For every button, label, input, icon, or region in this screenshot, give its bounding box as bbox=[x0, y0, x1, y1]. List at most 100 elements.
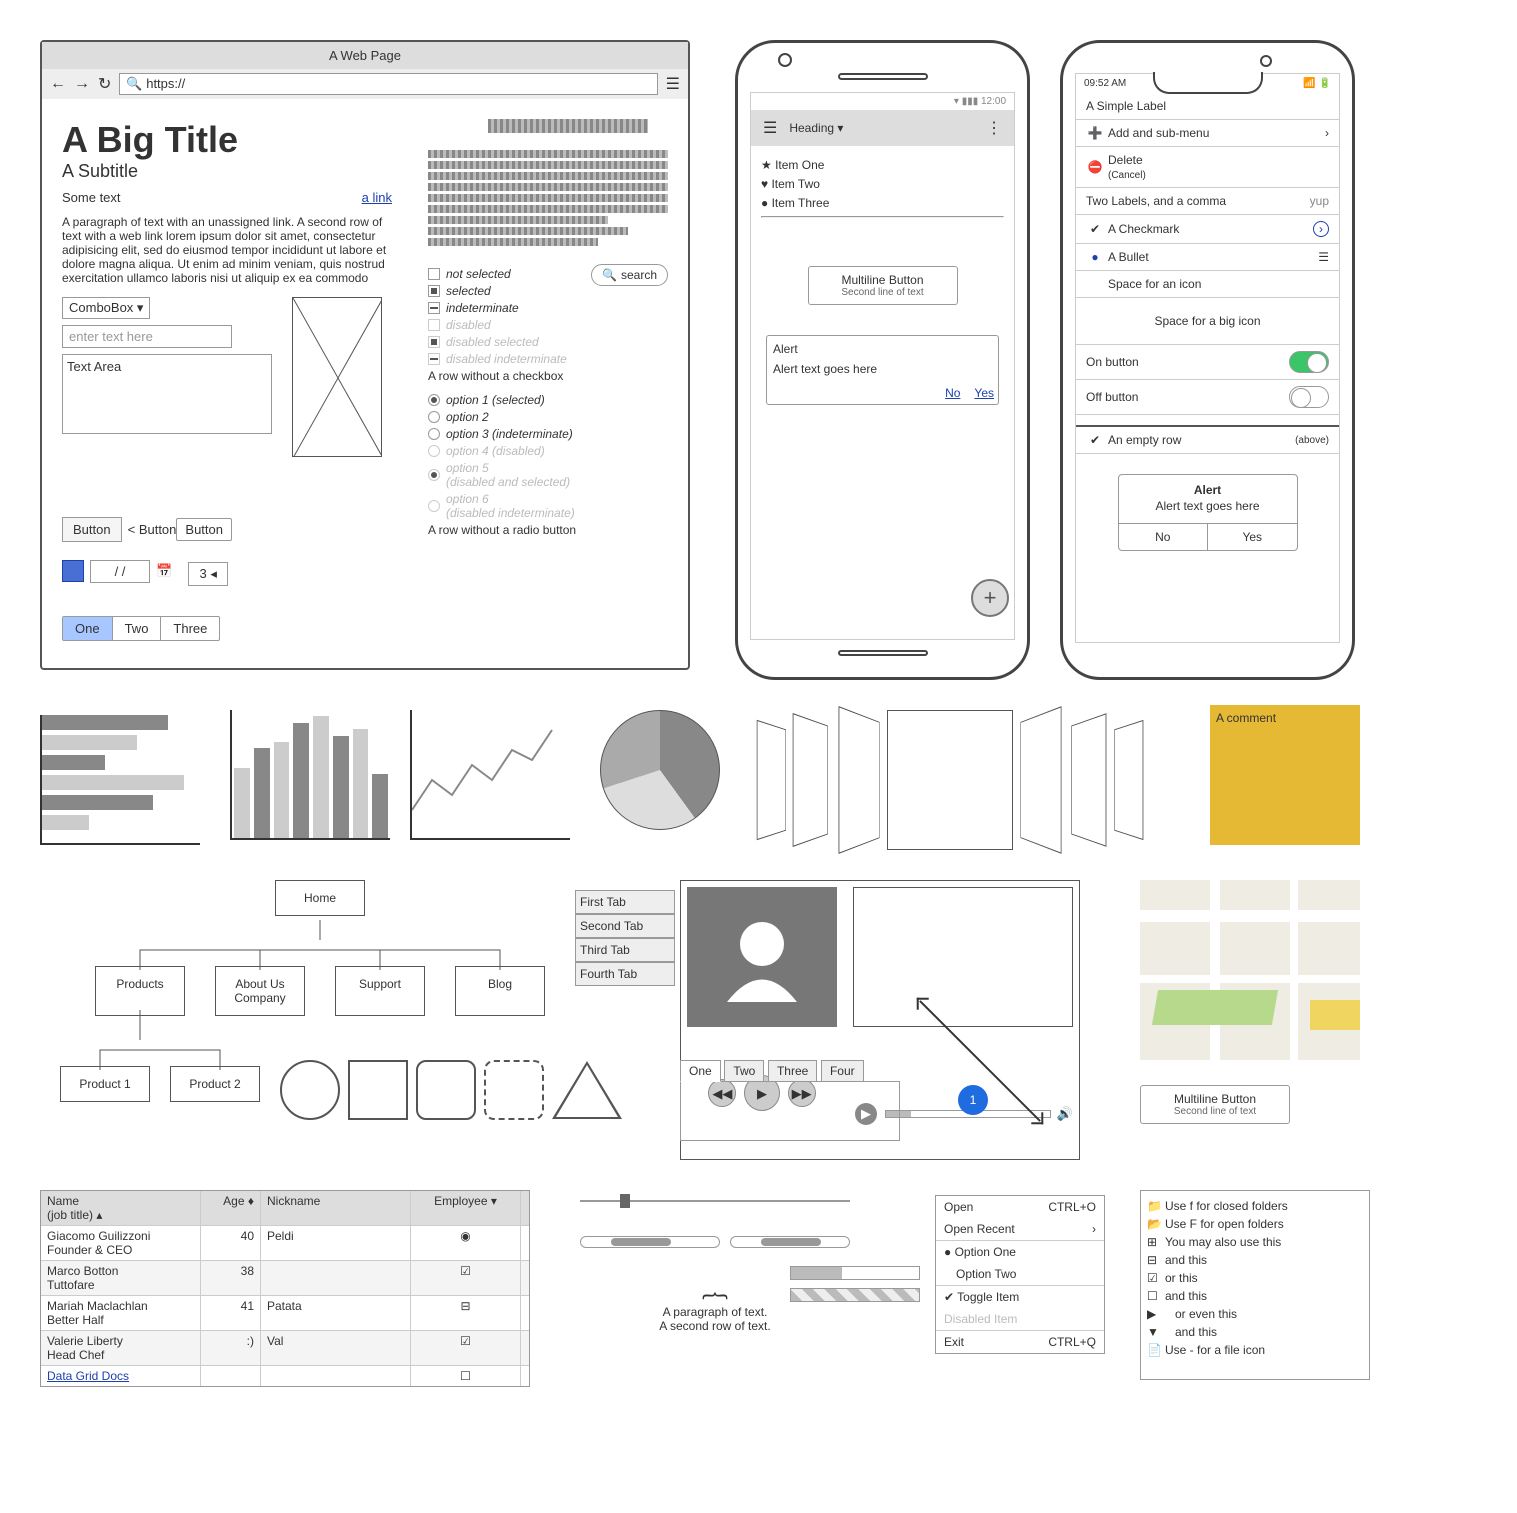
list-item[interactable]: ♥ Item Two bbox=[761, 177, 1004, 191]
menu-recent[interactable]: Open Recent› bbox=[936, 1218, 1104, 1240]
seg-three[interactable]: Three bbox=[161, 617, 219, 640]
node-products[interactable]: Products bbox=[95, 966, 185, 1016]
delete-row[interactable]: ⛔Delete(Cancel) bbox=[1076, 147, 1339, 188]
tree-item[interactable]: ▶or even this bbox=[1147, 1305, 1363, 1323]
tree-item[interactable]: ⊞You may also use this bbox=[1147, 1233, 1363, 1251]
tree-item[interactable]: 📄Use - for a file icon bbox=[1147, 1341, 1363, 1359]
more-icon[interactable]: ⋮ bbox=[982, 118, 1006, 138]
table-row[interactable]: Giacomo Guilizzoni Founder & CEO40Peldi◉ bbox=[41, 1225, 529, 1260]
node-support[interactable]: Support bbox=[335, 966, 425, 1016]
vtab-4[interactable]: Fourth Tab bbox=[575, 962, 675, 986]
text-input[interactable]: enter text here bbox=[62, 325, 232, 348]
vtab-1[interactable]: First Tab bbox=[575, 890, 675, 914]
toggle-off[interactable] bbox=[1289, 386, 1329, 408]
checkmark-row[interactable]: ✔A Checkmark› bbox=[1076, 215, 1339, 244]
tree-item[interactable]: ☑or this bbox=[1147, 1269, 1363, 1287]
menu-o2[interactable]: Option Two bbox=[936, 1263, 1104, 1285]
htab-1[interactable]: One bbox=[680, 1060, 721, 1082]
tree-item[interactable]: ☐and this bbox=[1147, 1287, 1363, 1305]
tree-item[interactable]: ▼and this bbox=[1147, 1323, 1363, 1341]
tree-item[interactable]: 📁Use f for closed folders bbox=[1147, 1197, 1363, 1215]
multiline-button-2[interactable]: Multiline ButtonSecond line of text bbox=[1140, 1085, 1290, 1124]
color-swatch[interactable] bbox=[62, 560, 84, 582]
col-employee[interactable]: Employee ▾ bbox=[411, 1191, 521, 1225]
list-item[interactable]: ● Item Three bbox=[761, 196, 1004, 210]
table-row[interactable]: Valerie Liberty Head Chef:)Val☑ bbox=[41, 1330, 529, 1365]
htab-4[interactable]: Four bbox=[821, 1060, 864, 1082]
htab-2[interactable]: Two bbox=[724, 1060, 764, 1082]
col-age[interactable]: Age ♦ bbox=[201, 1191, 261, 1225]
volume-icon[interactable]: 🔊 bbox=[1057, 1106, 1073, 1122]
radio-indeterminate[interactable]: option 3 (indeterminate) bbox=[428, 427, 668, 441]
node-product2[interactable]: Product 2 bbox=[170, 1066, 260, 1102]
vtab-3[interactable]: Third Tab bbox=[575, 938, 675, 962]
alert-yes[interactable]: Yes bbox=[974, 386, 994, 400]
node-product1[interactable]: Product 1 bbox=[60, 1066, 150, 1102]
reload-icon[interactable]: ↻ bbox=[94, 74, 115, 94]
folder-closed-icon: 📁 bbox=[1147, 1199, 1165, 1213]
checkbox-selected[interactable]: selected bbox=[428, 284, 567, 298]
alert-no[interactable]: No bbox=[1119, 524, 1209, 550]
node-home[interactable]: Home bbox=[275, 880, 365, 916]
scrollbar-h-2[interactable] bbox=[730, 1236, 850, 1248]
segmented-control[interactable]: One Two Three bbox=[62, 616, 220, 641]
node-blog[interactable]: Blog bbox=[455, 966, 545, 1016]
multiline-button[interactable]: Multiline ButtonSecond line of text bbox=[808, 266, 958, 305]
tag-button[interactable]: Button bbox=[176, 518, 232, 541]
hamburger-icon[interactable]: ☰ bbox=[662, 74, 684, 94]
on-row[interactable]: On button bbox=[1076, 345, 1339, 380]
forward-icon[interactable]: → bbox=[70, 75, 94, 93]
combobox[interactable]: ComboBox ▾ bbox=[62, 297, 150, 319]
a-link[interactable]: a link bbox=[362, 190, 392, 205]
tree-item[interactable]: ⊟and this bbox=[1147, 1251, 1363, 1269]
chevron-right-icon[interactable]: › bbox=[1313, 221, 1329, 237]
vtab-2[interactable]: Second Tab bbox=[575, 914, 675, 938]
menu-open[interactable]: OpenCTRL+O bbox=[936, 1196, 1104, 1218]
hamburger-icon[interactable]: ☰ bbox=[1318, 250, 1329, 264]
table-row[interactable]: Marco Botton Tuttofare38☑ bbox=[41, 1260, 529, 1295]
col-nickname[interactable]: Nickname bbox=[261, 1191, 411, 1225]
progress-indeterminate bbox=[790, 1288, 920, 1302]
scrollbar-h[interactable] bbox=[580, 1236, 720, 1248]
home-bar[interactable] bbox=[838, 650, 928, 656]
sticky-note[interactable]: A comment bbox=[1210, 705, 1360, 845]
htab-3[interactable]: Three bbox=[768, 1060, 817, 1082]
button-plain[interactable]: Button bbox=[62, 517, 122, 542]
back-button[interactable]: < Button bbox=[128, 522, 177, 537]
seg-two[interactable]: Two bbox=[113, 617, 162, 640]
node-about[interactable]: About Us Company bbox=[215, 966, 305, 1016]
map[interactable] bbox=[1140, 880, 1360, 1060]
list-item[interactable]: ★ Item One bbox=[761, 158, 1004, 172]
number-stepper[interactable]: 3 ◂ bbox=[188, 562, 228, 586]
slider-thumb[interactable] bbox=[620, 1194, 630, 1208]
tree-item[interactable]: 📂Use F for open folders bbox=[1147, 1215, 1363, 1233]
off-row[interactable]: Off button bbox=[1076, 380, 1339, 415]
bullet-row[interactable]: ●A Bullet☰ bbox=[1076, 244, 1339, 271]
toggle-on[interactable] bbox=[1289, 351, 1329, 373]
table-row[interactable]: Mariah Maclachlan Better Half41Patata⊟ bbox=[41, 1295, 529, 1330]
alert-yes[interactable]: Yes bbox=[1208, 524, 1297, 550]
search-input[interactable]: 🔍 search bbox=[591, 264, 668, 286]
radio-selected[interactable]: option 1 (selected) bbox=[428, 393, 668, 407]
checkbox-not-selected[interactable]: not selected bbox=[428, 267, 567, 281]
menu-toggle[interactable]: ✔ Toggle Item bbox=[936, 1286, 1104, 1308]
add-submenu[interactable]: ➕Add and sub-menu› bbox=[1076, 120, 1339, 147]
back-icon[interactable]: ← bbox=[46, 75, 70, 93]
checkbox-indeterminate[interactable]: indeterminate bbox=[428, 301, 567, 315]
menu-exit[interactable]: ExitCTRL+Q bbox=[936, 1331, 1104, 1353]
grid-docs-link[interactable]: Data Grid Docs bbox=[41, 1366, 201, 1386]
menu-o1[interactable]: ● Option One bbox=[936, 1241, 1104, 1263]
hamburger-icon[interactable]: ☰ bbox=[759, 118, 781, 138]
coverflow[interactable] bbox=[750, 700, 1150, 860]
alert-no[interactable]: No bbox=[945, 386, 960, 400]
slider[interactable] bbox=[580, 1200, 850, 1202]
col-name[interactable]: Name (job title) ▴ bbox=[41, 1191, 201, 1225]
fab-add[interactable]: + bbox=[971, 579, 1009, 617]
radio-2[interactable]: option 2 bbox=[428, 410, 668, 424]
textarea[interactable]: Text Area bbox=[62, 354, 272, 434]
video-placeholder[interactable] bbox=[853, 887, 1073, 1027]
seg-one[interactable]: One bbox=[63, 617, 113, 640]
calendar-icon[interactable]: 📅 bbox=[156, 563, 172, 579]
date-input[interactable]: / / bbox=[90, 560, 150, 583]
address-bar[interactable]: 🔍 https:// bbox=[119, 73, 657, 95]
